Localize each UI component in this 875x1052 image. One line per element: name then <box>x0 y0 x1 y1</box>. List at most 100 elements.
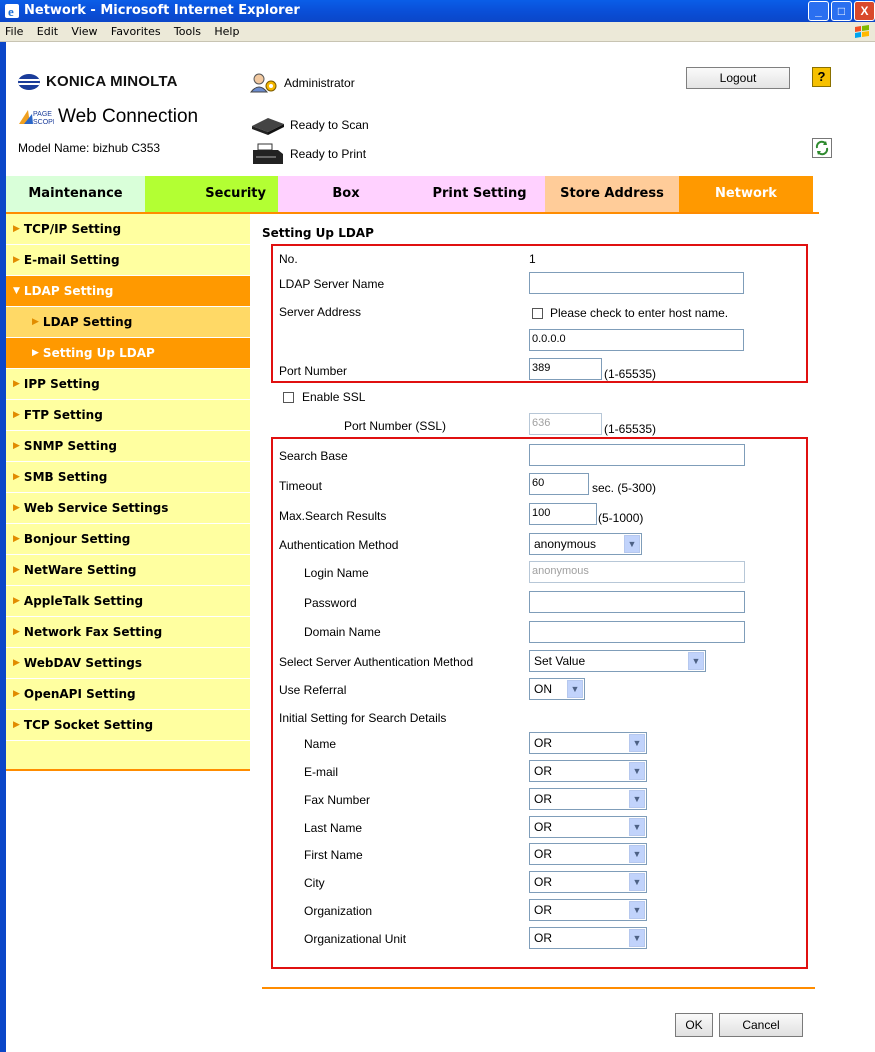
scanner-icon <box>252 118 284 135</box>
search-name-select[interactable]: OR ▼ <box>529 732 647 754</box>
search-base-label: Search Base <box>279 449 348 463</box>
host-name-checkbox[interactable] <box>532 308 543 319</box>
refresh-button[interactable] <box>812 138 832 158</box>
tab-store-address[interactable]: Store Address <box>545 176 679 212</box>
no-value: 1 <box>529 252 536 266</box>
port-number-range: (1-65535) <box>604 367 657 381</box>
max-results-label: Max.Search Results <box>279 509 387 523</box>
search-fax-select[interactable]: OR ▼ <box>529 788 647 810</box>
tab-box[interactable]: Box <box>278 176 414 212</box>
sidebar-item-network-fax[interactable]: ▶ Network Fax Setting <box>6 617 250 648</box>
max-results-input[interactable]: 100 <box>529 503 597 525</box>
arrow-right-icon: ▶ <box>13 565 20 575</box>
search-email-label: E-mail <box>304 765 339 779</box>
menu-favorites[interactable]: Favorites <box>106 22 166 38</box>
login-name-input[interactable]: anonymous <box>529 561 745 583</box>
minimize-button[interactable]: _ <box>808 1 829 21</box>
tab-print-setting[interactable]: Print Setting <box>414 176 545 212</box>
sidebar-item-tcpip[interactable]: ▶ TCP/IP Setting <box>6 214 250 245</box>
logout-button[interactable]: Logout <box>686 67 790 89</box>
sidebar-item-label: IPP Setting <box>23 377 100 391</box>
pagescope-logo: PAGE SCOPE Web Connection <box>18 106 198 128</box>
timeout-input[interactable]: 60 <box>529 473 589 495</box>
arrow-right-icon: ▶ <box>32 348 39 358</box>
menu-tools[interactable]: Tools <box>169 22 206 38</box>
menu-view[interactable]: View <box>66 22 102 38</box>
server-auth-select[interactable]: Set Value ▼ <box>529 650 706 672</box>
tab-network[interactable]: Network <box>679 176 813 212</box>
sidebar-item-label: TCP/IP Setting <box>23 222 122 236</box>
enable-ssl-label: Enable SSL <box>302 390 366 404</box>
sidebar-item-ldap[interactable]: ▼ LDAP Setting <box>6 276 250 307</box>
sidebar-item-ipp[interactable]: ▶ IPP Setting <box>6 369 250 400</box>
sidebar-item-snmp[interactable]: ▶ SNMP Setting <box>6 431 250 462</box>
window-title: Network - Microsoft Internet Explorer <box>24 3 300 18</box>
chevron-down-icon: ▼ <box>629 790 645 808</box>
search-email-select[interactable]: OR ▼ <box>529 760 647 782</box>
sidebar-subitem-setting-up-ldap[interactable]: ▶ Setting Up LDAP <box>6 338 250 369</box>
sidebar-item-bonjour[interactable]: ▶ Bonjour Setting <box>6 524 250 555</box>
sidebar-item-openapi[interactable]: ▶ OpenAPI Setting <box>6 679 250 710</box>
sidebar-item-label: E-mail Setting <box>23 253 120 267</box>
server-address-label: Server Address <box>279 305 362 319</box>
port-number-input[interactable]: 389 <box>529 358 602 380</box>
sidebar-item-label: Web Service Settings <box>23 501 169 515</box>
referral-select[interactable]: ON ▼ <box>529 678 585 700</box>
sidebar-item-label: Setting Up LDAP <box>42 346 155 360</box>
search-email-value: OR <box>534 764 552 778</box>
sidebar-item-webdav[interactable]: ▶ WebDAV Settings <box>6 648 250 679</box>
menu-help[interactable]: Help <box>209 22 244 38</box>
cancel-button[interactable]: Cancel <box>719 1013 803 1037</box>
tab-security[interactable]: Security <box>145 176 278 212</box>
maximize-button[interactable]: □ <box>831 1 852 21</box>
search-city-select[interactable]: OR ▼ <box>529 871 647 893</box>
search-last-name-label: Last Name <box>304 821 363 835</box>
server-name-label: LDAP Server Name <box>279 277 385 291</box>
sidebar-item-netware[interactable]: ▶ NetWare Setting <box>6 555 250 586</box>
menu-edit[interactable]: Edit <box>32 22 63 38</box>
password-input[interactable] <box>529 591 745 613</box>
ok-button[interactable]: OK <box>675 1013 713 1037</box>
chevron-down-icon: ▼ <box>629 734 645 752</box>
search-org-unit-select[interactable]: OR ▼ <box>529 927 647 949</box>
sidebar-item-email[interactable]: ▶ E-mail Setting <box>6 245 250 276</box>
auth-method-select[interactable]: anonymous ▼ <box>529 533 642 555</box>
search-base-input[interactable] <box>529 444 745 466</box>
sidebar-subitem-ldap-setting[interactable]: ▶ LDAP Setting <box>6 307 250 338</box>
scan-status: Ready to Scan <box>250 114 369 136</box>
window-titlebar: e Network - Microsoft Internet Explorer … <box>0 0 875 22</box>
arrow-right-icon: ▶ <box>13 596 20 606</box>
search-last-name-select[interactable]: OR ▼ <box>529 816 647 838</box>
sidebar-item-ftp[interactable]: ▶ FTP Setting <box>6 400 250 431</box>
arrow-right-icon: ▶ <box>13 627 20 637</box>
sidebar-item-label: TCP Socket Setting <box>23 718 154 732</box>
search-organization-value: OR <box>534 903 552 917</box>
enable-ssl-checkbox[interactable] <box>283 392 294 403</box>
server-name-input[interactable] <box>529 272 744 294</box>
refresh-icon <box>815 140 829 156</box>
svg-text:PAGE: PAGE <box>33 111 52 118</box>
chevron-down-icon: ▼ <box>629 873 645 891</box>
sidebar-item-smb[interactable]: ▶ SMB Setting <box>6 462 250 493</box>
arrow-right-icon: ▶ <box>13 720 20 730</box>
search-organization-select[interactable]: OR ▼ <box>529 899 647 921</box>
search-city-label: City <box>304 876 325 890</box>
close-button[interactable]: X <box>854 1 875 21</box>
password-label: Password <box>304 596 357 610</box>
arrow-right-icon: ▶ <box>13 503 20 513</box>
menu-file[interactable]: File <box>0 22 28 38</box>
ssl-port-input[interactable]: 636 <box>529 413 602 435</box>
search-org-unit-value: OR <box>534 931 552 945</box>
tab-maintenance[interactable]: Maintenance <box>6 176 145 212</box>
sidebar-item-label: Bonjour Setting <box>23 532 131 546</box>
help-button[interactable]: ? <box>812 67 831 87</box>
chevron-down-icon: ▼ <box>629 929 645 947</box>
domain-name-input[interactable] <box>529 621 745 643</box>
server-address-input[interactable]: 0.0.0.0 <box>529 329 744 351</box>
sidebar-item-web-service[interactable]: ▶ Web Service Settings <box>6 493 250 524</box>
sidebar: ▶ TCP/IP Setting ▶ E-mail Setting ▼ LDAP Se… <box>6 214 250 771</box>
sidebar-item-tcp-socket[interactable]: ▶ TCP Socket Setting <box>6 710 250 741</box>
search-name-value: OR <box>534 736 552 750</box>
sidebar-item-appletalk[interactable]: ▶ AppleTalk Setting <box>6 586 250 617</box>
search-first-name-select[interactable]: OR ▼ <box>529 843 647 865</box>
